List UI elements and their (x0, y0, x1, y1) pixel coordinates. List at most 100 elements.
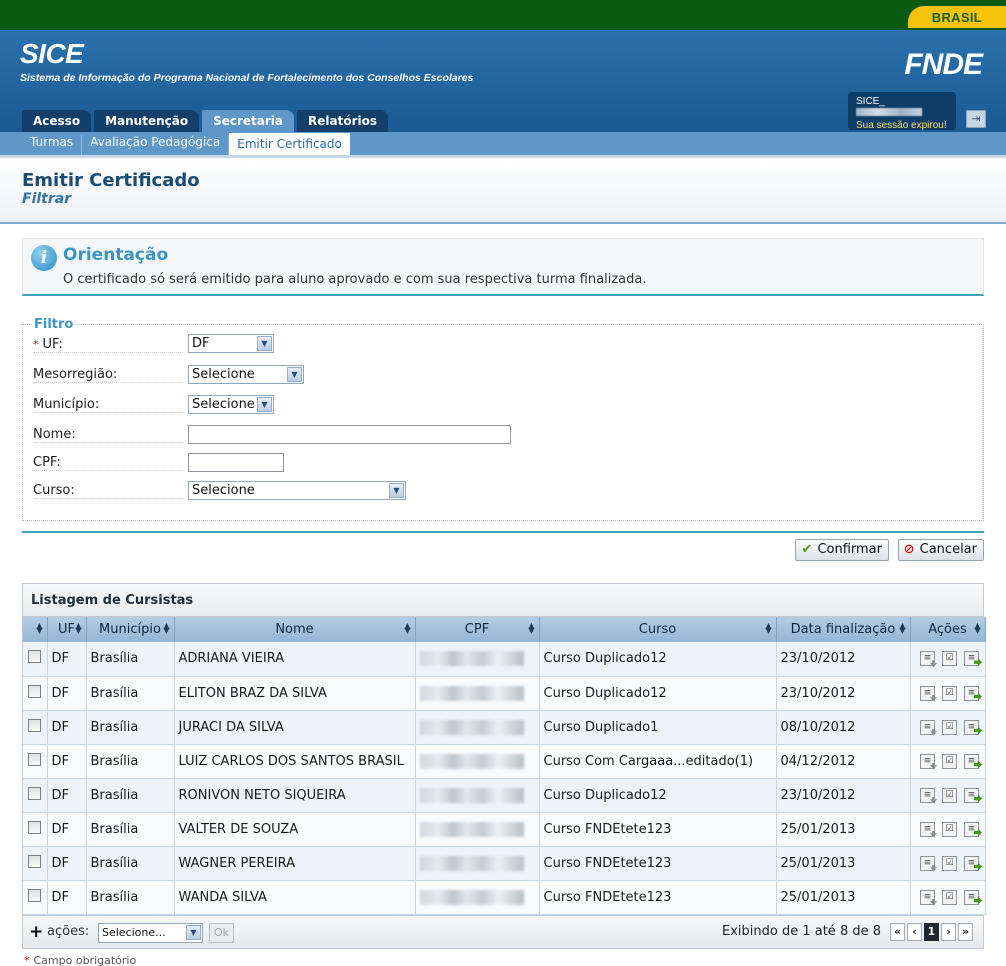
cell-data: 04/12/2012 (776, 744, 911, 779)
send-icon[interactable]: ≡ (964, 753, 979, 769)
send-icon[interactable]: ≡ (964, 889, 979, 905)
tab-relatorios[interactable]: Relatórios (297, 110, 388, 132)
row-checkbox[interactable] (28, 854, 41, 868)
certificate-icon[interactable]: ≡ (920, 855, 935, 871)
subnav-emitir-certificado[interactable]: Emitir Certificado (229, 133, 350, 155)
nome-label: Nome: (33, 427, 183, 443)
cell-curso: Curso FNDEtete123 (539, 846, 777, 881)
cursistas-table: ▲ ▼ UF ▲ ▼ Município ▲ ▼ Nome ▲ ▼ CPF ▲ ▼ Curso ▲ ▼… (23, 617, 986, 915)
send-icon[interactable]: ≡ (964, 651, 979, 667)
col-acoes[interactable]: Ações ▲ ▼ (910, 617, 986, 642)
row-checkbox[interactable] (28, 718, 41, 732)
clipboard-icon[interactable]: ☑ (942, 855, 957, 871)
cpf-redacted (419, 651, 524, 667)
cpf-input[interactable] (188, 453, 284, 472)
select-all-column[interactable]: ▲ ▼ (23, 617, 48, 642)
logout-icon[interactable]: ⇥ (966, 110, 986, 128)
certificate-icon[interactable]: ≡ (920, 719, 935, 735)
cell-nome: VALTER DE SOUZA (174, 812, 416, 847)
bulk-actions-select[interactable]: Selecione... ▼ (98, 922, 203, 943)
select-arrow-icon: ▼ (257, 397, 272, 412)
certificate-icon[interactable]: ≡ (920, 753, 935, 769)
tab-acesso[interactable]: Acesso (22, 110, 92, 132)
sort-icon: ▲ ▼ (974, 621, 981, 635)
subnav-turmas[interactable]: Turmas (22, 135, 83, 155)
clipboard-icon[interactable]: ☑ (942, 651, 957, 667)
pager-prev[interactable]: ‹ (907, 922, 922, 941)
row-checkbox[interactable] (28, 820, 41, 834)
filter-legend: Filtro (33, 317, 75, 332)
cpf-redacted (419, 787, 524, 803)
col-uf[interactable]: UF ▲ ▼ (47, 617, 87, 642)
clipboard-icon[interactable]: ☑ (942, 787, 957, 803)
select-arrow-icon: ▼ (389, 483, 404, 498)
curso-select[interactable]: Selecione ▼ (188, 481, 406, 500)
certificate-icon[interactable]: ≡ (920, 889, 935, 905)
sort-icon: ▲ ▼ (36, 621, 43, 635)
tab-manutencao[interactable]: Manutenção (94, 110, 200, 132)
pager-last[interactable]: » (958, 922, 973, 941)
col-nome[interactable]: Nome ▲ ▼ (174, 617, 416, 642)
cell-nome: LUIZ CARLOS DOS SANTOS BRASIL (174, 744, 416, 779)
app-logo-subtitle: Sistema de Informação do Programa Nacion… (20, 72, 474, 84)
tab-secretaria[interactable]: Secretaria (202, 110, 294, 132)
send-icon[interactable]: ≡ (964, 821, 979, 837)
select-arrow-icon: ▼ (287, 367, 302, 382)
cancel-button[interactable]: ⊘ Cancelar (897, 539, 984, 561)
pager-first[interactable]: « (890, 922, 905, 941)
uf-select[interactable]: DF ▼ (188, 334, 274, 353)
session-box: SICE_ Sua sessão expirou! (848, 92, 956, 131)
row-checkbox[interactable] (28, 684, 41, 698)
session-expired-text: Sua sessão expirou! (856, 120, 947, 131)
clipboard-icon[interactable]: ☑ (942, 821, 957, 837)
col-data-finalizacao[interactable]: Data finalização ▲ ▼ (776, 617, 911, 642)
brasil-logo[interactable]: BRASIL (908, 6, 1006, 28)
row-checkbox[interactable] (28, 752, 41, 766)
table-row: DF Brasília ELITON BRAZ DA SILVA Curso D… (23, 676, 986, 711)
cell-municipio: Brasília (86, 778, 175, 813)
send-icon[interactable]: ≡ (964, 787, 979, 803)
send-icon[interactable]: ≡ (964, 685, 979, 701)
municipio-select[interactable]: Selecione ▼ (188, 395, 274, 414)
cell-curso: Curso Com Cargaaa...editado(1) (539, 744, 777, 779)
send-icon[interactable]: ≡ (964, 855, 979, 871)
gov-bar: BRASIL (0, 0, 1006, 30)
clipboard-icon[interactable]: ☑ (942, 753, 957, 769)
mesorregiao-select[interactable]: Selecione ▼ (188, 365, 304, 384)
certificate-icon[interactable]: ≡ (920, 821, 935, 837)
certificate-icon[interactable]: ≡ (920, 651, 935, 667)
pager-next[interactable]: › (941, 922, 956, 941)
col-curso[interactable]: Curso ▲ ▼ (539, 617, 777, 642)
ok-button[interactable]: Ok (209, 922, 234, 943)
cell-municipio: Brasília (86, 846, 175, 881)
main-tabs: Acesso Manutenção Secretaria Relatórios (22, 110, 388, 132)
certificate-icon[interactable]: ≡ (920, 685, 935, 701)
subnav-avaliacao[interactable]: Avaliação Pedagógica (82, 135, 230, 155)
form-actions: ✔ Confirmar ⊘ Cancelar (22, 539, 984, 565)
clipboard-icon[interactable]: ☑ (942, 889, 957, 905)
cell-data: 25/01/2013 (776, 846, 911, 881)
sort-icon: ▲ ▼ (899, 621, 906, 635)
table-row: DF Brasília LUIZ CARLOS DOS SANTOS BRASI… (23, 744, 986, 779)
app-logo-title[interactable]: SICE (20, 38, 84, 70)
row-checkbox[interactable] (28, 888, 41, 902)
clipboard-icon[interactable]: ☑ (942, 685, 957, 701)
fnde-logo[interactable]: FNDE (904, 48, 983, 82)
table-row: DF Brasília ADRIANA VIEIRA Curso Duplica… (23, 642, 986, 677)
pager-current-page[interactable]: 1 (924, 922, 939, 941)
required-note: * Campo obrigatório (24, 953, 137, 966)
col-municipio[interactable]: Município ▲ ▼ (86, 617, 175, 642)
cancel-icon: ⊘ (903, 542, 915, 557)
cell-nome: JURACI DA SILVA (174, 710, 416, 745)
confirm-button[interactable]: ✔ Confirmar (795, 539, 889, 561)
select-arrow-icon: ▼ (257, 336, 272, 351)
plus-icon[interactable]: + (29, 922, 43, 942)
col-cpf[interactable]: CPF ▲ ▼ (415, 617, 540, 642)
cell-uf: DF (47, 744, 87, 779)
send-icon[interactable]: ≡ (964, 719, 979, 735)
nome-input[interactable] (188, 425, 511, 444)
certificate-icon[interactable]: ≡ (920, 787, 935, 803)
row-checkbox[interactable] (28, 786, 41, 800)
clipboard-icon[interactable]: ☑ (942, 719, 957, 735)
row-checkbox[interactable] (28, 650, 41, 664)
